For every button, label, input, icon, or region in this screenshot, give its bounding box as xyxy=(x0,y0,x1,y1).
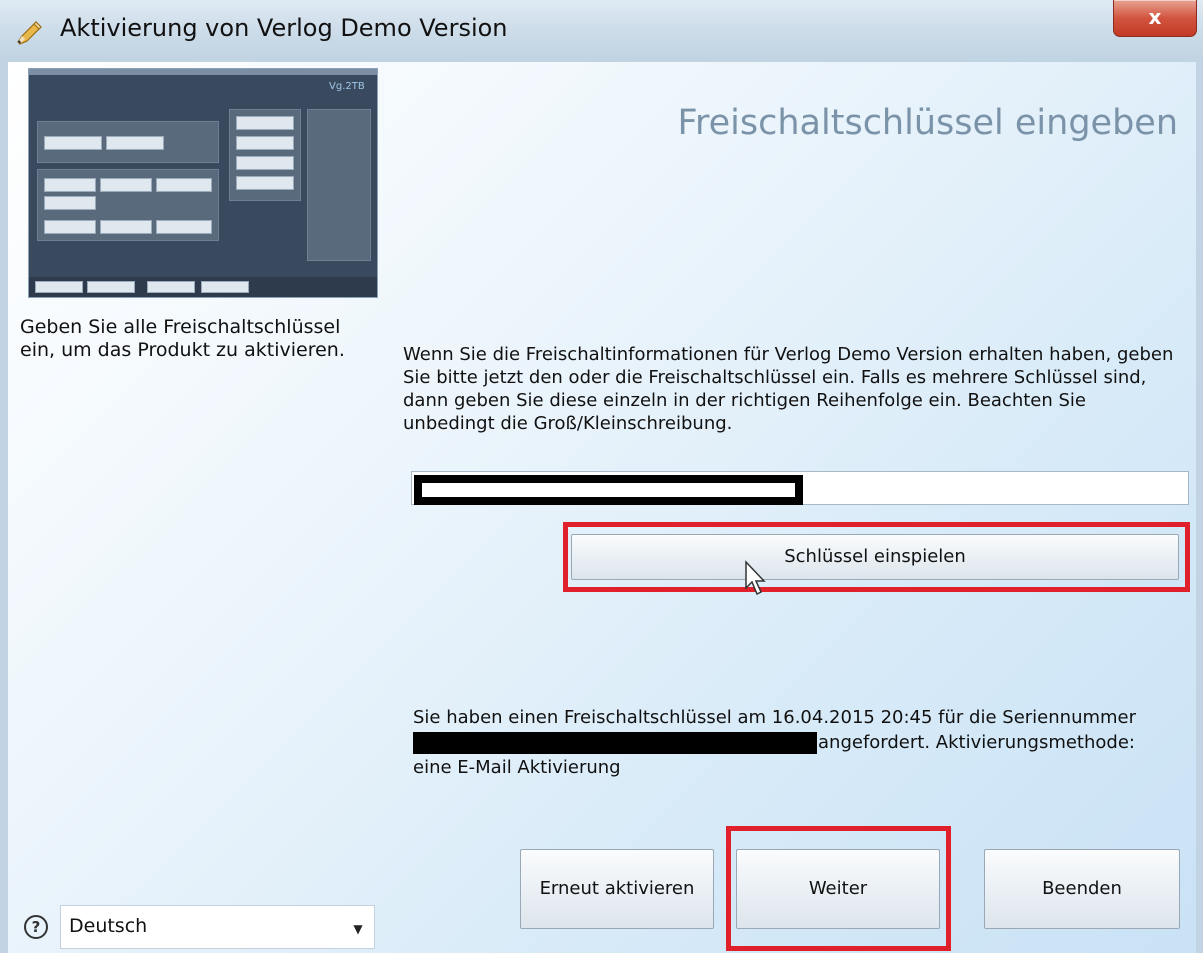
preview-button xyxy=(156,178,212,192)
preview-button xyxy=(100,220,152,234)
pencil-icon xyxy=(17,21,42,45)
window-frame-left xyxy=(0,62,8,953)
help-icon[interactable]: ? xyxy=(24,915,48,939)
window-frame-right xyxy=(1196,62,1203,953)
chevron-down-icon[interactable]: ▼ xyxy=(346,914,370,942)
page-title: Freischaltschlüssel eingeben xyxy=(677,103,1178,144)
preview-button xyxy=(236,176,294,190)
window-title: Aktivierung von Verlog Demo Version xyxy=(60,14,508,42)
preview-button xyxy=(236,116,294,130)
preview-panel xyxy=(307,109,371,261)
preview-button xyxy=(44,136,102,150)
preview-taskbar xyxy=(29,277,377,297)
preview-button xyxy=(236,136,294,150)
preview-button xyxy=(147,281,195,293)
quit-button[interactable]: Beenden xyxy=(984,849,1180,929)
product-preview-image: Vg.2TB xyxy=(28,68,378,298)
preview-button xyxy=(156,220,212,234)
reactivate-button[interactable]: Erneut aktivieren xyxy=(520,849,714,929)
next-button[interactable]: Weiter xyxy=(736,849,940,929)
sidebar-description: Geben Sie alle Freischaltschlüssel ein, … xyxy=(20,316,345,361)
preview-button xyxy=(44,178,96,192)
preview-button xyxy=(236,156,294,170)
status-line-1: Sie haben einen Freischaltschlüssel am 1… xyxy=(413,707,1137,728)
redaction-key xyxy=(414,475,803,505)
title-bar: Aktivierung von Verlog Demo Version x xyxy=(0,0,1203,63)
preview-button xyxy=(201,281,249,293)
preview-panel xyxy=(37,121,219,163)
close-button[interactable]: x xyxy=(1113,0,1197,37)
redaction-serial xyxy=(413,732,817,754)
mouse-cursor-icon xyxy=(745,560,766,596)
apply-key-button[interactable]: Schlüssel einspielen xyxy=(571,534,1179,580)
preview-button xyxy=(35,281,83,293)
status-line-3: eine E-Mail Aktivierung xyxy=(413,757,621,778)
preview-button xyxy=(100,178,152,192)
activation-window: Aktivierung von Verlog Demo Version x Vg… xyxy=(0,0,1203,953)
preview-button xyxy=(44,220,96,234)
instructions-text: Wenn Sie die Freischaltinformationen für… xyxy=(403,344,1174,434)
preview-button xyxy=(106,136,164,150)
language-value: Deutsch xyxy=(69,915,148,937)
preview-panel xyxy=(37,169,219,241)
language-select[interactable]: Deutsch ▼ xyxy=(60,905,375,949)
preview-button xyxy=(44,196,96,210)
dialog-content: Vg.2TB Geben Sie alle Freischaltschlüsse… xyxy=(8,62,1196,953)
preview-logo: Vg.2TB xyxy=(329,81,365,92)
preview-panel xyxy=(229,109,301,201)
preview-titlebar xyxy=(29,69,377,75)
preview-button xyxy=(87,281,135,293)
